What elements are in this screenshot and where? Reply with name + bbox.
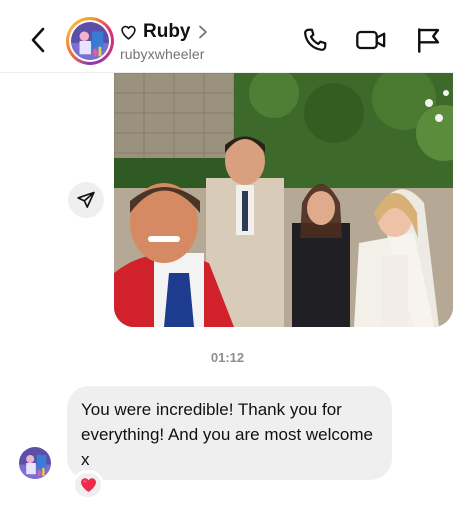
heart-outline-icon (121, 25, 136, 40)
contact-avatar[interactable] (66, 17, 114, 65)
contact-info[interactable]: Ruby rubyxwheeler (120, 20, 209, 62)
contact-username: rubyxwheeler (120, 46, 205, 62)
sender-avatar[interactable] (19, 447, 51, 479)
photo-image (114, 73, 453, 327)
dm-conversation-screen: Ruby rubyxwheeler 01:12 You were incredi… (0, 0, 455, 523)
flag-icon (418, 28, 440, 53)
video-call-button[interactable] (355, 24, 387, 56)
share-photo-button[interactable] (68, 182, 104, 218)
audio-call-button[interactable] (299, 24, 331, 56)
contact-display-name: Ruby (143, 21, 191, 42)
report-flag-button[interactable] (412, 24, 444, 56)
shared-photo[interactable] (114, 73, 453, 327)
message-timestamp: 01:12 (210, 350, 245, 365)
paper-plane-icon (77, 191, 95, 208)
video-camera-icon (356, 30, 386, 50)
message-reaction[interactable] (72, 470, 104, 500)
avatar-image (71, 22, 109, 60)
received-message-bubble[interactable]: You were incredible! Thank you for every… (67, 386, 392, 480)
chat-header: Ruby rubyxwheeler (0, 0, 455, 73)
chevron-right-icon (198, 25, 207, 39)
chevron-left-icon (31, 27, 45, 53)
back-button[interactable] (22, 22, 54, 58)
sender-avatar-image (19, 447, 51, 479)
phone-icon (304, 28, 327, 51)
received-message-text: You were incredible! Thank you for every… (81, 400, 373, 469)
red-heart-icon (80, 478, 96, 493)
